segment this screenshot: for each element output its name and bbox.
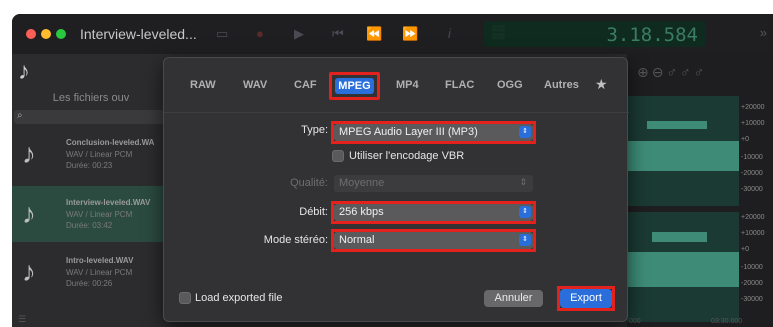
waveform-channel-1[interactable] — [627, 96, 739, 206]
search-icon: ⌕ — [17, 110, 23, 121]
file-list-item[interactable]: ♪ Conclusion-leveled.WA WAV / Linear PCM… — [12, 126, 170, 182]
tab-ogg[interactable]: OGG — [497, 79, 523, 91]
record-icon[interactable]: ● — [256, 26, 264, 41]
close-window-button[interactable] — [26, 29, 36, 39]
chevron-updown-icon: ⇕ — [519, 126, 531, 138]
time-display: ░░░ ░░░ 3.18.584 — [484, 21, 706, 47]
waveform-peak — [652, 232, 707, 242]
file-duration: Durée: 00:23 — [66, 161, 113, 170]
amplitude-scale-bottom: +20000 +10000 +0 -10000 -20000 -30000 — [741, 214, 765, 303]
export-dialog: RAW WAV CAF MPEG MP4 FLAC OGG Autres ★ T… — [163, 57, 629, 322]
chevron-updown-icon: ⇕ — [519, 206, 531, 218]
audio-file-icon: ♪ — [22, 198, 36, 229]
bitrate-select[interactable]: 256 kbps ⇕ — [334, 204, 533, 221]
type-label: Type: — [301, 124, 328, 136]
stereo-mode-label: Mode stéréo: — [263, 234, 328, 246]
export-button-highlight: Export — [557, 286, 615, 311]
list-view-icon[interactable]: ☰ — [18, 314, 26, 325]
zoom-window-button[interactable] — [56, 29, 66, 39]
type-select-highlight: MPEG Audio Layer III (MP3) ⇕ — [331, 121, 536, 144]
load-exported-file-checkbox[interactable] — [179, 292, 191, 304]
quality-label: Qualité: — [290, 177, 328, 189]
chevron-updown-icon: ⇕ — [519, 177, 527, 187]
waveform-panel[interactable]: ⊕⊖♂♂♂ +20000 +10000 +0 -10000 -20000 -30… — [627, 54, 773, 327]
tab-raw[interactable]: RAW — [190, 79, 216, 91]
bitrate-value: 256 kbps — [339, 206, 384, 218]
file-sidebar: ♪ Les fichiers ouv ⌕ ♪ Conclusion-levele… — [12, 54, 170, 327]
export-button[interactable]: Export — [560, 289, 612, 308]
bitrate-label: Débit: — [299, 206, 328, 218]
stereo-mode-select[interactable]: Normal ⇕ — [334, 232, 533, 249]
stereo-select-highlight: Normal ⇕ — [331, 229, 536, 252]
load-exported-file-label: Load exported file — [195, 292, 283, 304]
skip-start-icon[interactable]: ⏮ — [332, 26, 344, 42]
vbr-checkbox[interactable] — [332, 150, 344, 162]
sidebar-toggle-icon[interactable]: ▭ — [216, 26, 228, 42]
file-format: WAV / Linear PCM — [66, 210, 133, 219]
file-name: Conclusion-leveled.WA — [66, 138, 155, 147]
zoom-tools-icon[interactable]: ⊕⊖♂♂♂ — [637, 64, 707, 81]
amplitude-scale-top: +20000 +10000 +0 -10000 -20000 -30000 — [741, 104, 765, 193]
file-list-item-selected[interactable]: ♪ Interview-leveled.WAV WAV / Linear PCM… — [12, 186, 170, 242]
file-name: Intro-leveled.WAV — [66, 256, 134, 265]
file-format: WAV / Linear PCM — [66, 150, 133, 159]
file-list-item[interactable]: ♪ Intro-leveled.WAV WAV / Linear PCM Dur… — [12, 244, 170, 300]
waveform-peak — [647, 121, 707, 129]
tab-mpeg[interactable]: MPEG — [335, 78, 374, 94]
tab-mpeg-highlight: MPEG — [329, 72, 380, 100]
file-duration: Durée: 03:42 — [66, 221, 113, 230]
tab-autres[interactable]: Autres — [544, 79, 579, 91]
type-value: MPEG Audio Layer III (MP3) — [339, 126, 478, 138]
quality-select: Moyenne ⇕ — [334, 175, 533, 192]
play-icon[interactable]: ▶ — [294, 26, 304, 42]
file-name: Interview-leveled.WAV — [66, 198, 151, 207]
stereo-mode-value: Normal — [339, 234, 375, 246]
waveform-shape — [627, 252, 739, 287]
chevron-updown-icon: ⇕ — [519, 234, 531, 246]
vbr-label: Utiliser l'encodage VBR — [349, 150, 465, 162]
format-tabs: RAW WAV CAF MPEG MP4 FLAC OGG Autres ★ — [164, 58, 629, 113]
fast-forward-icon[interactable]: ⏩ — [402, 26, 418, 42]
waveform-channel-2[interactable] — [627, 212, 739, 322]
waveform-shape — [627, 141, 739, 171]
favorite-star-icon[interactable]: ★ — [595, 76, 608, 93]
sidebar-search-field[interactable]: ⌕ — [14, 110, 170, 124]
titlebar: Interview-leveled... ▭ ● ▶ ⏮ ⏪ ⏩ i ░░░ ░░… — [12, 14, 773, 54]
window-title: Interview-leveled... — [80, 26, 197, 42]
audio-file-icon: ♪ — [22, 256, 36, 287]
tab-flac[interactable]: FLAC — [445, 79, 474, 91]
type-select[interactable]: MPEG Audio Layer III (MP3) ⇕ — [334, 124, 533, 141]
timecode: 3.18.584 — [606, 24, 698, 46]
bitrate-select-highlight: 256 kbps ⇕ — [331, 201, 536, 224]
quality-value: Moyenne — [339, 177, 385, 189]
music-note-icon: ♪ — [18, 58, 30, 85]
info-icon[interactable]: i — [448, 26, 451, 41]
toolbar-overflow-icon[interactable]: » — [760, 25, 767, 40]
file-format: WAV / Linear PCM — [66, 268, 133, 277]
tab-wav[interactable]: WAV — [243, 79, 267, 91]
cancel-button[interactable]: Annuler — [484, 290, 543, 307]
sidebar-header: Les fichiers ouv — [52, 92, 130, 104]
tab-caf[interactable]: CAF — [294, 79, 317, 91]
tab-mp4[interactable]: MP4 — [396, 79, 419, 91]
audio-file-icon: ♪ — [22, 138, 36, 169]
file-duration: Durée: 00:26 — [66, 279, 113, 288]
lcd-decoration: ░░░ ░░░ — [492, 26, 505, 40]
minimize-window-button[interactable] — [41, 29, 51, 39]
rewind-icon[interactable]: ⏪ — [366, 26, 382, 42]
